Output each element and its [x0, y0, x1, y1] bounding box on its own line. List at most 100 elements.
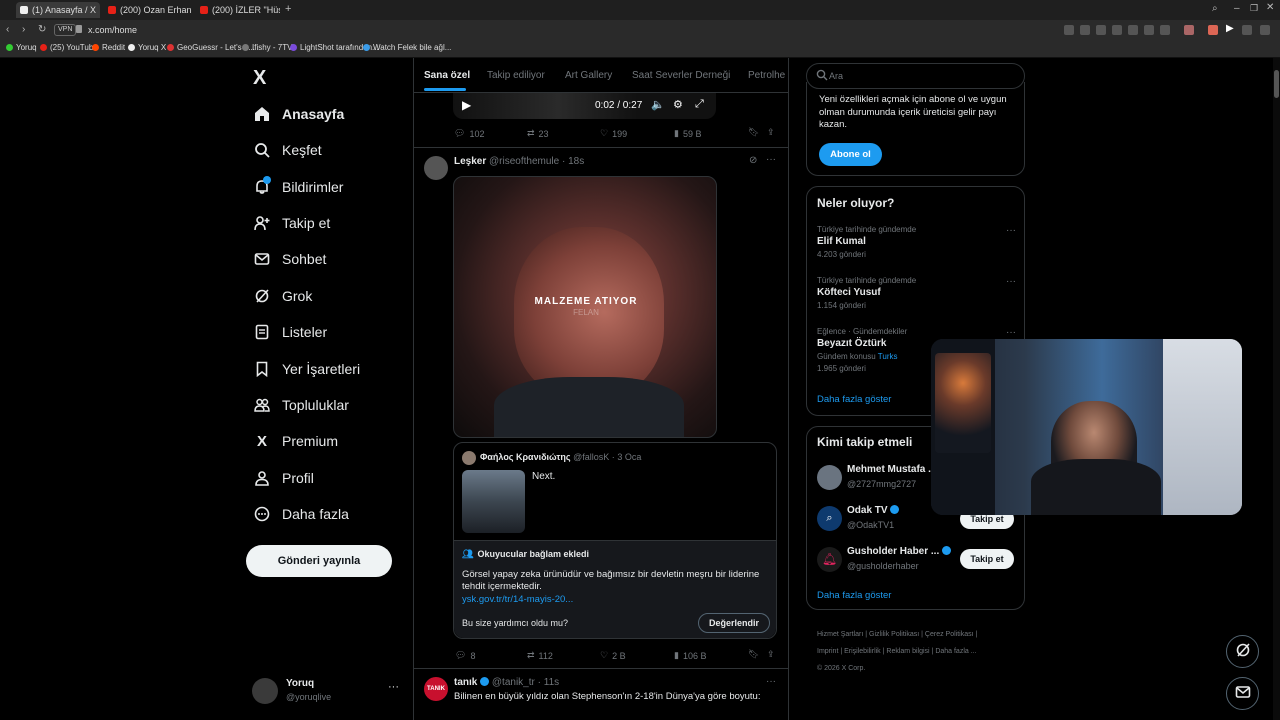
like-button[interactable]: ♡ 199	[600, 128, 627, 139]
show-more-link[interactable]: Daha fazla göster	[817, 394, 891, 405]
bookmark-item[interactable]: Yoruq X	[128, 43, 166, 52]
bookmark-item[interactable]: Watch Felek bile ağl...	[363, 43, 451, 52]
bookmark-item[interactable]: Reddit	[92, 43, 125, 52]
more-icon[interactable]: ···	[766, 154, 776, 165]
play-icon[interactable]: ▶	[462, 98, 471, 112]
forward-icon[interactable]: ›	[22, 24, 25, 35]
browser-tab[interactable]: (200) İZLER "Hüseyin Nih	[196, 2, 280, 18]
footer-link[interactable]: Çerez Politikası	[925, 631, 974, 638]
new-tab-button[interactable]: +	[285, 3, 291, 15]
browser-tab-active[interactable]: (1) Anasayfa / X	[16, 2, 100, 18]
avatar[interactable]: TANIK	[424, 677, 448, 701]
sidebar-item-premium[interactable]: X Premium	[254, 427, 338, 455]
share-button[interactable]: ⇪	[767, 127, 775, 138]
repost-button[interactable]: ⇄ 23	[527, 128, 549, 139]
video-player[interactable]: ▶ 0:02 / 0:27 🔈 ⚙ ⤢	[453, 93, 716, 119]
sidebar-item-bookmarks[interactable]: Yer İşaretleri	[254, 355, 360, 383]
author-handle[interactable]: @tanik_tr	[492, 677, 535, 688]
tab-following[interactable]: Takip ediliyor	[487, 70, 545, 81]
extension-icon[interactable]	[1160, 25, 1170, 35]
sidebar-item-more[interactable]: Daha fazla	[254, 500, 349, 528]
author-name[interactable]: Leşker	[454, 156, 486, 167]
tab-petrolhead[interactable]: Petrolhe	[748, 70, 785, 81]
trend-item[interactable]: Türkiye tarihinde gündemde Elif Kumal 4.…	[817, 225, 1016, 265]
scrollbar-thumb[interactable]	[1274, 70, 1279, 98]
browser-tab[interactable]: (200) Ozan Erhan ÇERKEZ	[104, 2, 192, 18]
play-icon[interactable]: ▶	[1226, 23, 1234, 34]
vpn-badge[interactable]: VPN	[54, 24, 77, 36]
grok-icon[interactable]: ⊘	[749, 155, 757, 166]
tab-saat-severler[interactable]: Saat Severler Derneği	[632, 70, 730, 81]
extension-icon[interactable]	[1144, 25, 1154, 35]
more-icon[interactable]: ···	[1006, 327, 1016, 338]
more-icon[interactable]: ···	[1006, 276, 1016, 287]
grok-float-button[interactable]	[1226, 635, 1259, 668]
search-input[interactable]: Ara	[829, 71, 843, 81]
bookmark-item[interactable]: Yoruq	[6, 43, 37, 52]
note-link[interactable]: ysk.gov.tr/tr/14-mayis-20...	[462, 594, 573, 605]
sidebar-item-communities[interactable]: Topluluklar	[254, 391, 349, 419]
post-video[interactable]: MALZEME ATIYOR FELAN	[453, 176, 717, 438]
extension-icon[interactable]	[1208, 25, 1218, 35]
repost-button[interactable]: ⇄ 112	[527, 650, 553, 661]
footer-link[interactable]: Gizlilik Politikası	[869, 631, 919, 638]
footer-link[interactable]: Reklam bilgisi	[886, 648, 929, 655]
footer-link[interactable]: Erişilebilirlik	[844, 648, 881, 655]
minimize-icon[interactable]: –	[1234, 3, 1240, 14]
profile-avatar[interactable]	[1184, 25, 1194, 35]
footer-link[interactable]: Daha fazla ...	[935, 648, 976, 655]
views-button[interactable]: ▮ 106 B	[674, 650, 706, 661]
volume-icon[interactable]: 🔈	[651, 98, 665, 111]
show-more-link[interactable]: Daha fazla göster	[817, 590, 891, 601]
post-time[interactable]: 18s	[568, 156, 584, 167]
reload-icon[interactable]: ↻	[38, 24, 46, 35]
extension-icon[interactable]	[1242, 25, 1252, 35]
bookmark-button[interactable]: 🔖︎	[748, 127, 759, 138]
tab-for-you[interactable]: Sana özel	[424, 70, 470, 81]
back-icon[interactable]: ‹	[6, 24, 9, 35]
sidebar-item-notifications[interactable]: Bildirimler	[254, 173, 343, 201]
reply-button[interactable]: 💬︎ 102	[454, 128, 484, 139]
x-logo[interactable]: X	[253, 67, 266, 90]
quoted-post[interactable]: Φαήλος Κρανιδιώτης @fallosK · 3 Oca Next…	[453, 442, 777, 639]
more-icon[interactable]: ···	[766, 676, 776, 687]
close-icon[interactable]: ✕	[1266, 2, 1274, 13]
reply-button[interactable]: 💬︎ 8	[455, 650, 475, 661]
trend-topic-link[interactable]: Turks	[878, 352, 898, 361]
maximize-icon[interactable]: ❐	[1250, 3, 1258, 14]
extension-icon[interactable]	[1260, 25, 1270, 35]
views-button[interactable]: ▮ 59 B	[674, 128, 701, 139]
subscribe-button[interactable]: Abone ol	[819, 143, 882, 166]
url-field[interactable]: x.com/home	[88, 25, 137, 35]
sidebar-item-home[interactable]: Anasayfa	[254, 100, 344, 128]
settings-icon[interactable]: ⚙	[673, 98, 683, 111]
extension-icon[interactable]	[1064, 25, 1074, 35]
sidebar-item-grok[interactable]: Grok	[254, 282, 312, 310]
sidebar-item-profile[interactable]: Profil	[254, 464, 314, 492]
sidebar-item-lists[interactable]: Listeler	[254, 318, 327, 346]
bookmark-item[interactable]: Ifishy - 7TV	[242, 43, 292, 52]
post-button[interactable]: Gönderi yayınla	[246, 545, 392, 577]
sidebar-item-chat[interactable]: Sohbet	[254, 245, 326, 273]
more-icon[interactable]: ···	[1006, 225, 1016, 236]
extension-icon[interactable]	[1080, 25, 1090, 35]
like-button[interactable]: ♡ 2 B	[600, 650, 626, 661]
sidebar-item-explore[interactable]: Keşfet	[254, 136, 322, 164]
footer-link[interactable]: Hizmet Şartları	[817, 631, 863, 638]
footer-link[interactable]: Imprint	[817, 648, 838, 655]
follow-button[interactable]: Takip et	[960, 549, 1014, 569]
author-name[interactable]: tanık	[454, 677, 477, 688]
extension-icon[interactable]	[1128, 25, 1138, 35]
extension-icon[interactable]	[1112, 25, 1122, 35]
sidebar-item-follow[interactable]: Takip et	[254, 209, 330, 237]
search-tabs-icon[interactable]: ⌕	[1212, 3, 1218, 14]
post-time[interactable]: 11s	[544, 677, 559, 688]
extension-icon[interactable]	[1096, 25, 1106, 35]
rate-button[interactable]: Değerlendir	[698, 613, 770, 633]
bookmark-item[interactable]: (25) YouTube	[40, 43, 98, 52]
avatar[interactable]	[424, 156, 448, 180]
account-switcher[interactable]: Yoruq @yoruqlive ···	[252, 677, 404, 707]
fullscreen-icon[interactable]: ⤢	[695, 98, 704, 111]
more-icon[interactable]: ···	[388, 681, 399, 693]
trend-item[interactable]: Türkiye tarihinde gündemde Köfteci Yusuf…	[817, 276, 1016, 316]
